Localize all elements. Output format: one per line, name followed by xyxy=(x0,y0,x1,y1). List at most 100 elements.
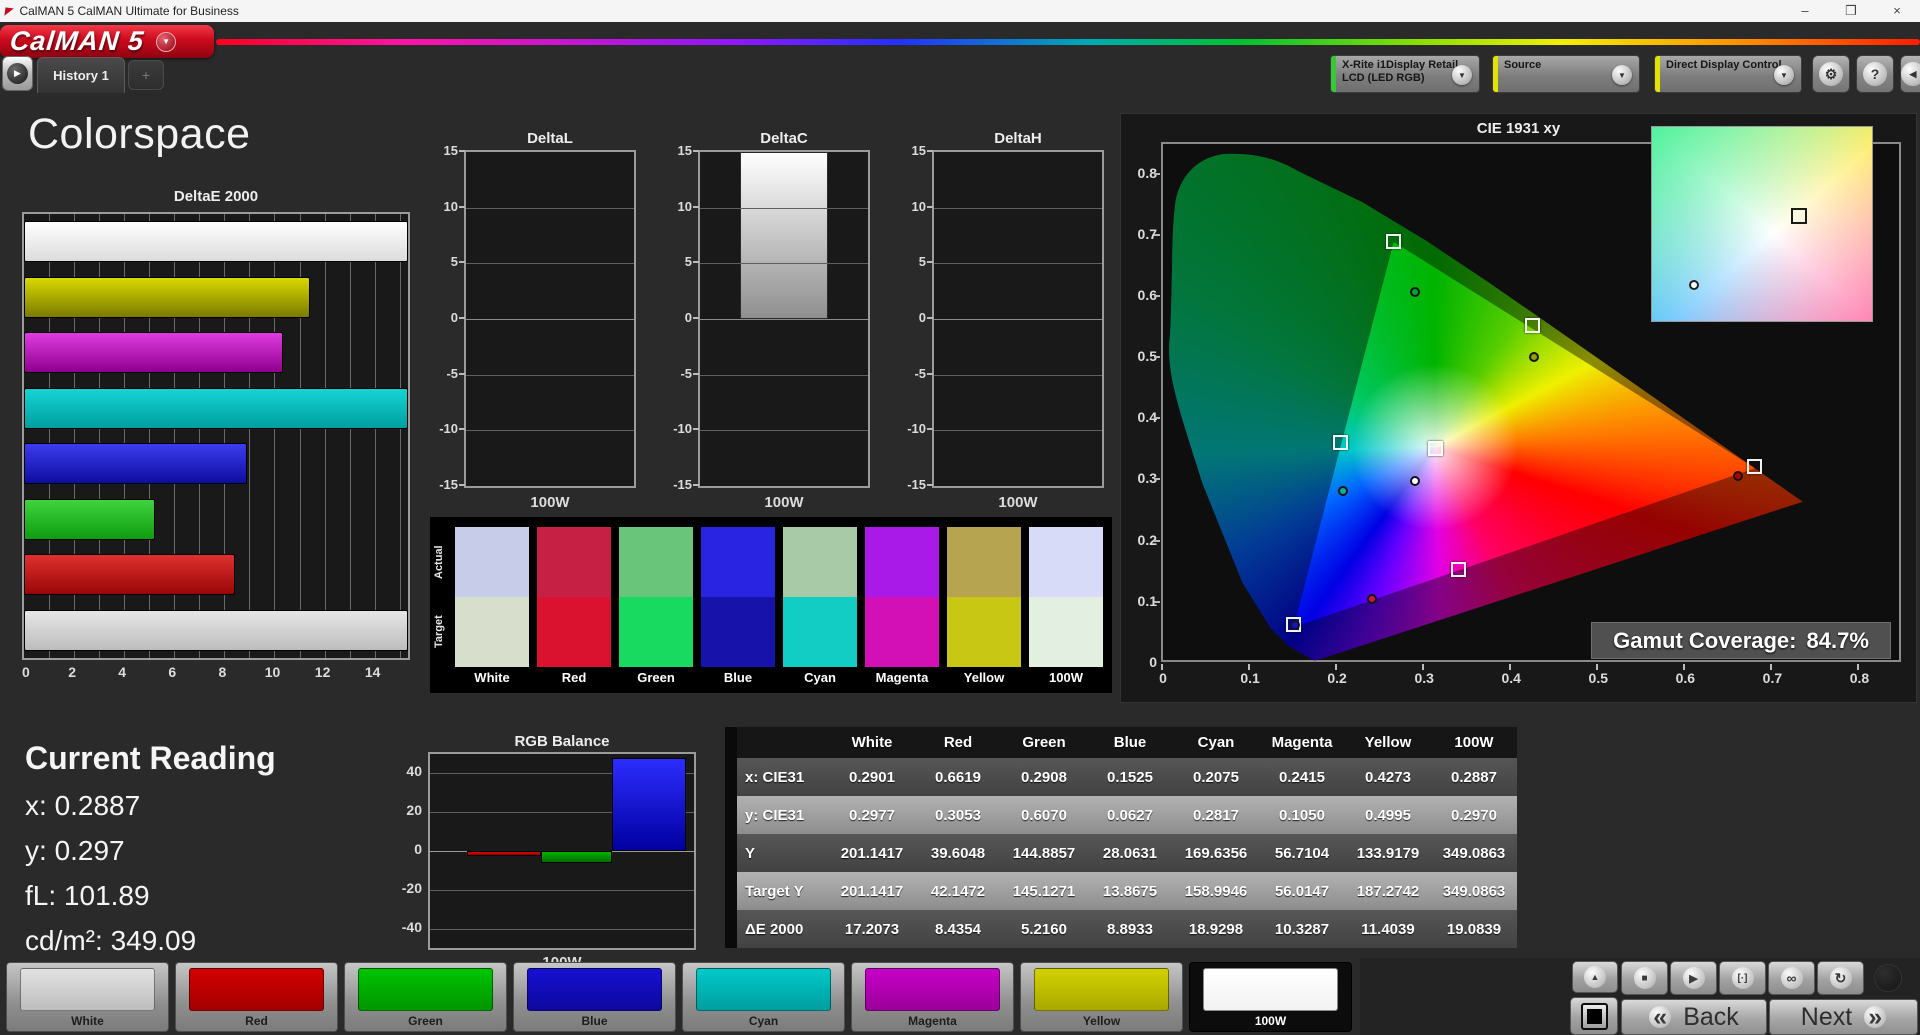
cie-measured-blue xyxy=(1290,620,1300,630)
chevron-down-icon[interactable]: ▼ xyxy=(1612,65,1632,85)
minimize-button[interactable]: – xyxy=(1782,0,1828,22)
deltae-bar-yellow xyxy=(24,277,310,318)
play-icon: ▶ xyxy=(1683,967,1705,989)
display-control-dropdown[interactable]: Direct Display Control ▼ xyxy=(1654,55,1802,93)
pattern-button-blue[interactable]: Blue xyxy=(513,962,676,1032)
cie-x-tick xyxy=(1857,664,1859,670)
table-cell: 56.7104 xyxy=(1259,845,1345,862)
swatch-column-label: Green xyxy=(611,670,701,685)
reading-fl: fL: 101.89 xyxy=(25,880,150,912)
table-cell: 0.1525 xyxy=(1087,769,1173,786)
pattern-button-green[interactable]: Green xyxy=(344,962,507,1032)
rgb-gridline xyxy=(430,890,694,891)
deltae-gridline xyxy=(350,214,351,658)
tab-history-1[interactable]: History 1 xyxy=(37,57,125,93)
table-cell: 144.8857 xyxy=(1001,845,1087,862)
cie-x-tick-label: 0.2 xyxy=(1325,670,1349,686)
deltae-bar-cyan xyxy=(24,388,408,429)
calman-app: ◤ CalMAN 5 CalMAN Ultimate for Business … xyxy=(0,0,1920,1035)
deltac-y-tick xyxy=(693,206,699,208)
display-dropdown-label: Direct Display Control xyxy=(1666,59,1782,72)
tab-scroll-button[interactable]: ▶ xyxy=(2,56,33,91)
record-indicator xyxy=(1874,964,1902,992)
deltah-y-tick-label: -10 xyxy=(898,421,926,436)
deltae-gridline xyxy=(325,214,326,658)
pattern-button-magenta[interactable]: Magenta xyxy=(851,962,1014,1032)
pattern-button-label: White xyxy=(7,1014,168,1028)
pattern-button-100w[interactable]: 100W xyxy=(1189,962,1352,1032)
source-dropdown[interactable]: Source ▼ xyxy=(1492,55,1640,93)
window-pattern-icon xyxy=(1581,1003,1608,1030)
swatch-column-100w: 100W xyxy=(1029,517,1103,693)
next-button[interactable]: Next » xyxy=(1769,999,1918,1035)
cie-y-tick-label: 0.8 xyxy=(1129,165,1157,181)
deltac-y-tick xyxy=(693,150,699,152)
cie-measured-magenta xyxy=(1367,594,1377,604)
deltal-y-tick xyxy=(459,317,465,319)
chevron-down-icon[interactable]: ▼ xyxy=(1452,65,1472,85)
logo-dropdown-icon[interactable]: ▼ xyxy=(156,32,176,52)
pattern-button-yellow[interactable]: Yellow xyxy=(1020,962,1183,1032)
help-button[interactable]: ? xyxy=(1856,55,1894,93)
display-status-stripe xyxy=(1655,56,1660,92)
actual-swatch xyxy=(783,527,857,597)
deltac-y-tick xyxy=(693,428,699,430)
loop-button[interactable]: ↻ xyxy=(1817,961,1864,995)
continuous-button[interactable]: ∞ xyxy=(1768,961,1815,995)
rgb-bar-green xyxy=(541,851,612,863)
cie-x-tick xyxy=(1683,664,1685,670)
current-reading-title: Current Reading xyxy=(25,740,276,777)
deltac-chart xyxy=(698,150,870,488)
chevron-left-icon: ◀ xyxy=(1901,62,1920,86)
add-tab-button[interactable]: + xyxy=(128,60,164,90)
actual-swatch xyxy=(701,527,775,597)
deltah-gridline xyxy=(934,375,1102,376)
pattern-button-red[interactable]: Red xyxy=(175,962,338,1032)
restore-button[interactable]: ❒ xyxy=(1828,0,1874,22)
deltac-y-tick xyxy=(693,317,699,319)
actual-swatch xyxy=(947,527,1021,597)
table-cell: 10.3287 xyxy=(1259,921,1345,938)
deltah-gridline xyxy=(934,319,1102,320)
step-button[interactable]: [·] xyxy=(1719,961,1766,995)
collapse-panel-button[interactable]: ◀ xyxy=(1900,55,1920,93)
cie-y-tick-label: 0.1 xyxy=(1129,593,1157,609)
deltac-y-tick xyxy=(693,484,699,486)
deltae-bar-blue xyxy=(24,443,247,484)
deltal-y-tick xyxy=(459,373,465,375)
cie-y-tick-label: 0.2 xyxy=(1129,532,1157,548)
table-cell: 0.1050 xyxy=(1259,807,1345,824)
gear-icon: ⚙ xyxy=(1819,62,1843,86)
calman-logo[interactable]: CalMAN 5 ▼ xyxy=(0,25,214,58)
pattern-button-cyan[interactable]: Cyan xyxy=(682,962,845,1032)
pattern-swatch xyxy=(1034,968,1169,1011)
chevron-down-icon[interactable]: ▼ xyxy=(1774,65,1794,85)
meter-dropdown[interactable]: X-Rite i1Display Retail LCD (LED RGB) ▼ xyxy=(1330,55,1480,93)
app-icon: ◤ xyxy=(4,4,14,18)
panel-up-button[interactable]: ▲ xyxy=(1572,961,1618,993)
back-button[interactable]: « Back xyxy=(1621,999,1767,1035)
table-cell: 0.2887 xyxy=(1431,769,1517,786)
table-row-label: x: CIE31 xyxy=(737,769,829,786)
stop-button[interactable]: ■ xyxy=(1621,961,1668,995)
actual-swatch xyxy=(1029,527,1103,597)
deltae-x-tick-label: 4 xyxy=(118,664,126,680)
table-cell: 5.2160 xyxy=(1001,921,1087,938)
pattern-button-white[interactable]: White xyxy=(6,962,169,1032)
table-row-label: ΔE 2000 xyxy=(737,921,829,938)
deltah-y-tick xyxy=(927,150,933,152)
play-button[interactable]: ▶ xyxy=(1670,961,1717,995)
gamut-coverage-value: 84.7% xyxy=(1807,628,1869,654)
window-pattern-button[interactable] xyxy=(1570,997,1618,1035)
deltah-chart-title: DeltaH xyxy=(932,130,1104,147)
target-swatch xyxy=(455,597,529,667)
deltal-y-tick xyxy=(459,484,465,486)
settings-button[interactable]: ⚙ xyxy=(1812,55,1850,93)
table-cell: 0.2901 xyxy=(829,769,915,786)
table-header: Green xyxy=(1001,734,1087,751)
pattern-button-label: Red xyxy=(176,1014,337,1028)
table-cell: 0.3053 xyxy=(915,807,1001,824)
page-title: Colorspace xyxy=(28,110,251,159)
deltah-y-tick-label: 15 xyxy=(898,143,926,158)
close-button[interactable]: × xyxy=(1874,0,1920,22)
